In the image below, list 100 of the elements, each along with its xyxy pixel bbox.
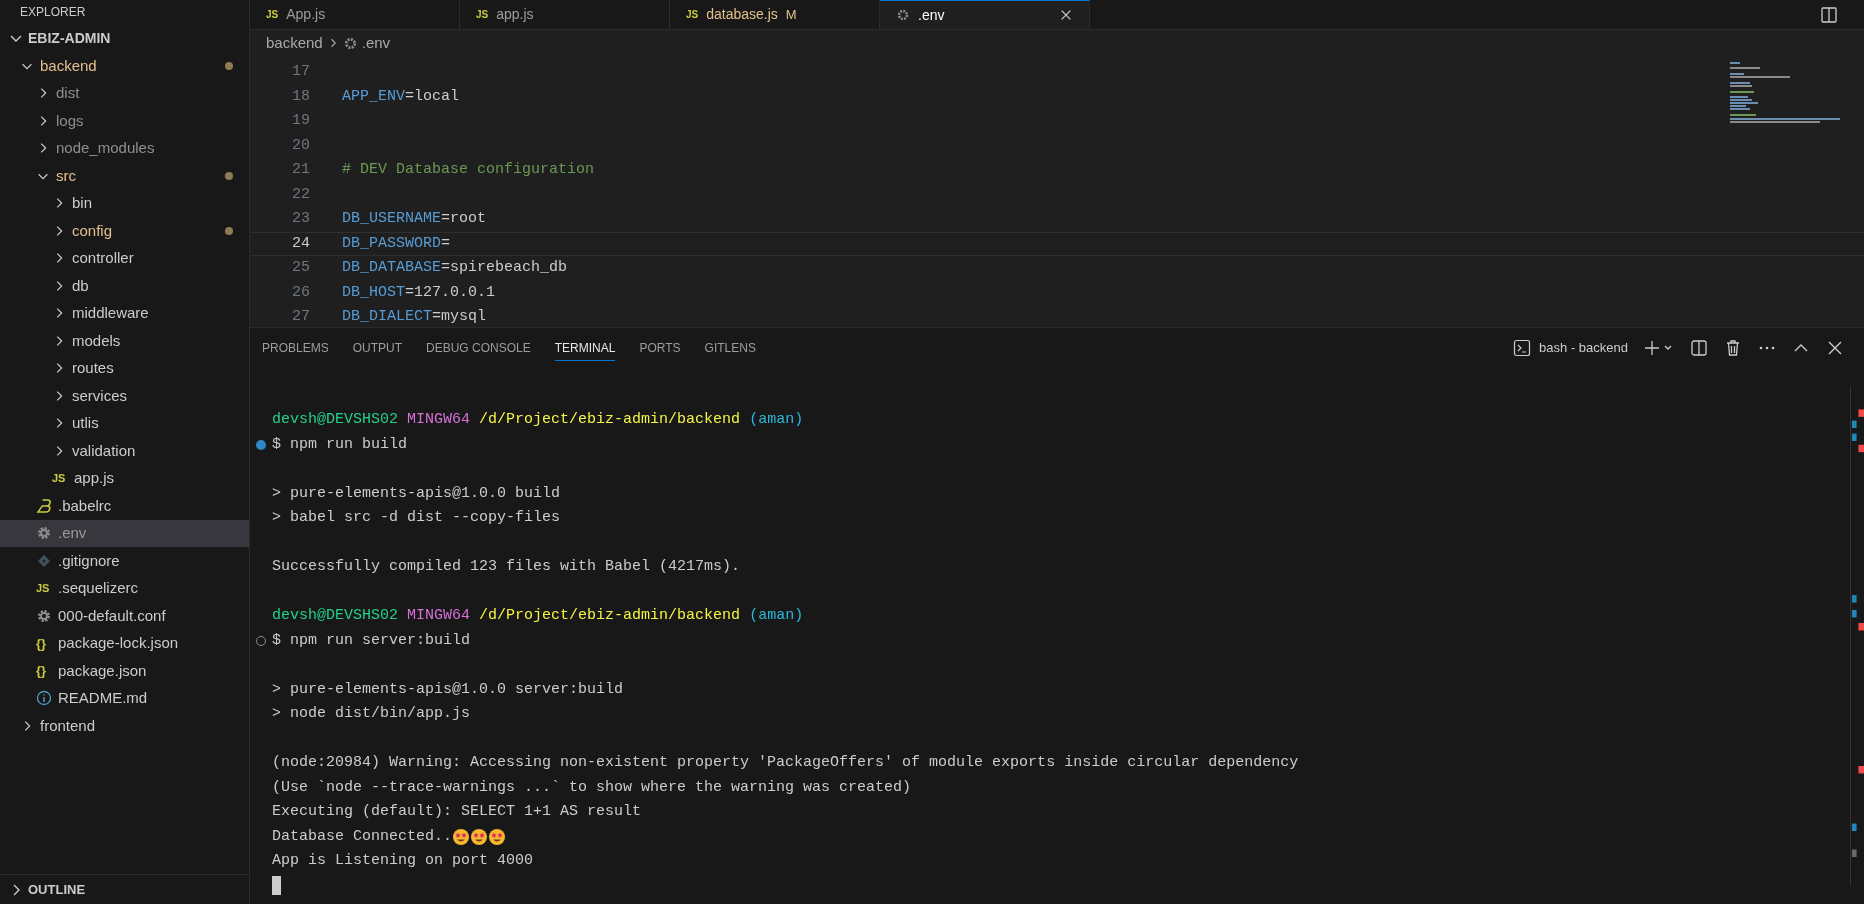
- file-name: src: [56, 165, 76, 186]
- terminal-icon: [1513, 339, 1532, 357]
- file-name: bin: [72, 193, 93, 213]
- tree-item[interactable]: node_modules: [0, 134, 249, 162]
- file-name: logs: [56, 110, 84, 131]
- tree-item[interactable]: controller: [0, 244, 249, 272]
- tree-item[interactable]: middleware: [0, 299, 249, 327]
- terminal-output: Executing (default): SELECT 1+1 AS result: [272, 802, 642, 822]
- file-name: app.js: [74, 468, 115, 488]
- js-file-icon: JS: [36, 580, 52, 597]
- terminal-output: Database Connected..: [272, 826, 453, 847]
- tree-item[interactable]: {} package.json: [0, 657, 249, 685]
- tree-item[interactable]: README.md: [0, 684, 249, 712]
- panel-tab[interactable]: TERMINAL: [554, 335, 616, 361]
- close-icon[interactable]: [1826, 339, 1844, 357]
- file-name: utlis: [72, 413, 99, 433]
- tree-item[interactable]: backend: [0, 52, 249, 80]
- file-name: .env: [58, 523, 87, 543]
- tree-item[interactable]: 000-default.conf: [0, 602, 249, 630]
- js-file-icon: JS: [476, 7, 489, 22]
- tree-item[interactable]: .babelrc: [0, 492, 249, 520]
- braces-file-icon: {}: [36, 661, 52, 681]
- file-name: dist: [56, 83, 80, 103]
- terminal-command: $ npm run build: [272, 434, 408, 455]
- terminal-output: (node:20984) Warning: Accessing non-existent property 'PackageOffers' of module exports inside circular dependency: [272, 753, 1299, 773]
- line-number: 17: [291, 62, 310, 82]
- line-number: 25: [291, 258, 310, 278]
- tree-item[interactable]: logs: [0, 107, 249, 135]
- panel-tab[interactable]: PORTS: [639, 335, 681, 361]
- tree-item[interactable]: src: [0, 162, 249, 190]
- tree-item[interactable]: .gitignore: [0, 547, 249, 575]
- js-file-icon: JS: [686, 7, 699, 22]
- file-name: README.md: [58, 688, 148, 708]
- panel-tab[interactable]: PROBLEMS: [262, 335, 329, 361]
- code-line: DB_HOST=127.0.0.1: [342, 282, 496, 303]
- file-name: package-lock.json: [58, 633, 179, 653]
- terminal-output: Successfully compiled 123 files with Babel (4217ms).: [272, 557, 741, 577]
- file-name: routes: [72, 358, 114, 378]
- tree-item[interactable]: bin: [0, 189, 249, 217]
- gear-icon: [896, 8, 910, 22]
- close-icon[interactable]: [1059, 8, 1073, 22]
- tree-item[interactable]: frontend: [0, 712, 249, 740]
- split-terminal-icon[interactable]: [1690, 339, 1708, 357]
- file-name: .sequelizerc: [58, 578, 139, 598]
- tree-item[interactable]: .env: [0, 519, 249, 547]
- split-editor-icon[interactable]: [1820, 5, 1838, 24]
- terminal-output: > pure-elements-apis@1.0.0 server:build: [272, 679, 624, 700]
- tree-item[interactable]: {} package-lock.json: [0, 629, 249, 657]
- tree-item[interactable]: utlis: [0, 409, 249, 437]
- file-name: node_modules: [56, 138, 155, 158]
- tree-item[interactable]: JS app.js: [0, 464, 249, 492]
- tree-item[interactable]: services: [0, 382, 249, 410]
- line-number: 21: [291, 160, 310, 180]
- line-number: 20: [291, 135, 310, 156]
- code-comment: # DEV Database configuration: [342, 160, 595, 180]
- new-terminal-icon[interactable]: [1644, 339, 1674, 357]
- tree-item[interactable]: routes: [0, 354, 249, 382]
- trash-icon[interactable]: [1724, 339, 1742, 357]
- tree-item[interactable]: config: [0, 217, 249, 245]
- code-line: DB_DIALECT=mysql: [342, 307, 487, 327]
- line-number: 27: [291, 307, 310, 327]
- terminal-prompt: devsh@DEVSHS02 MINGW64 /d/Project/ebiz-admin/backend (aman): [272, 410, 804, 430]
- breadcrumb-item[interactable]: .env: [361, 31, 391, 55]
- line-number: 24: [291, 233, 310, 254]
- code-line: DB_USERNAME=root: [342, 209, 487, 229]
- terminal-selector[interactable]: bash - backend: [1513, 338, 1628, 358]
- file-name: controller: [72, 248, 134, 268]
- file-name: config: [72, 220, 113, 241]
- code-line: APP_ENV=local: [342, 86, 460, 107]
- tree-item[interactable]: dist: [0, 79, 249, 107]
- terminal-output: > babel src -d dist --copy-files: [272, 508, 561, 528]
- file-name: .babelrc: [58, 495, 112, 516]
- tree-item[interactable]: models: [0, 327, 249, 355]
- git-status-letter: M: [785, 5, 797, 24]
- tree-item[interactable]: validation: [0, 437, 249, 465]
- terminal-output: (Use `node --trace-warnings ...` to show where the warning was created): [272, 777, 912, 798]
- line-number: 22: [291, 184, 310, 205]
- workspace-root[interactable]: EBIZ-ADMIN: [28, 27, 111, 49]
- line-number: 23: [291, 209, 310, 229]
- tree-item[interactable]: JS .sequelizerc: [0, 574, 249, 602]
- js-file-icon: JS: [52, 470, 68, 487]
- code-line: DB_PASSWORD=: [342, 233, 451, 254]
- editor-tab[interactable]: .env: [880, 0, 1090, 29]
- tree-item[interactable]: db: [0, 272, 249, 300]
- braces-file-icon: {}: [36, 633, 52, 653]
- terminal-command: $ npm run server:build: [272, 630, 471, 651]
- breadcrumb-item[interactable]: backend: [266, 31, 323, 55]
- outline-section-header[interactable]: OUTLINE: [28, 879, 86, 900]
- terminal-cursor: [272, 876, 281, 896]
- panel-tab[interactable]: OUTPUT: [352, 335, 403, 361]
- terminal-output: > node dist/bin/app.js: [272, 704, 471, 724]
- file-name: frontend: [40, 715, 96, 736]
- line-number: 18: [291, 86, 310, 107]
- panel-tab[interactable]: DEBUG CONSOLE: [426, 335, 531, 361]
- gear-icon: [342, 35, 358, 51]
- panel-tab[interactable]: GITLENS: [704, 335, 756, 361]
- file-name: package.json: [58, 660, 147, 681]
- file-name: .gitignore: [58, 550, 120, 571]
- star-eyes-face-icon: [488, 827, 507, 846]
- star-eyes-face-icon: [452, 827, 471, 846]
